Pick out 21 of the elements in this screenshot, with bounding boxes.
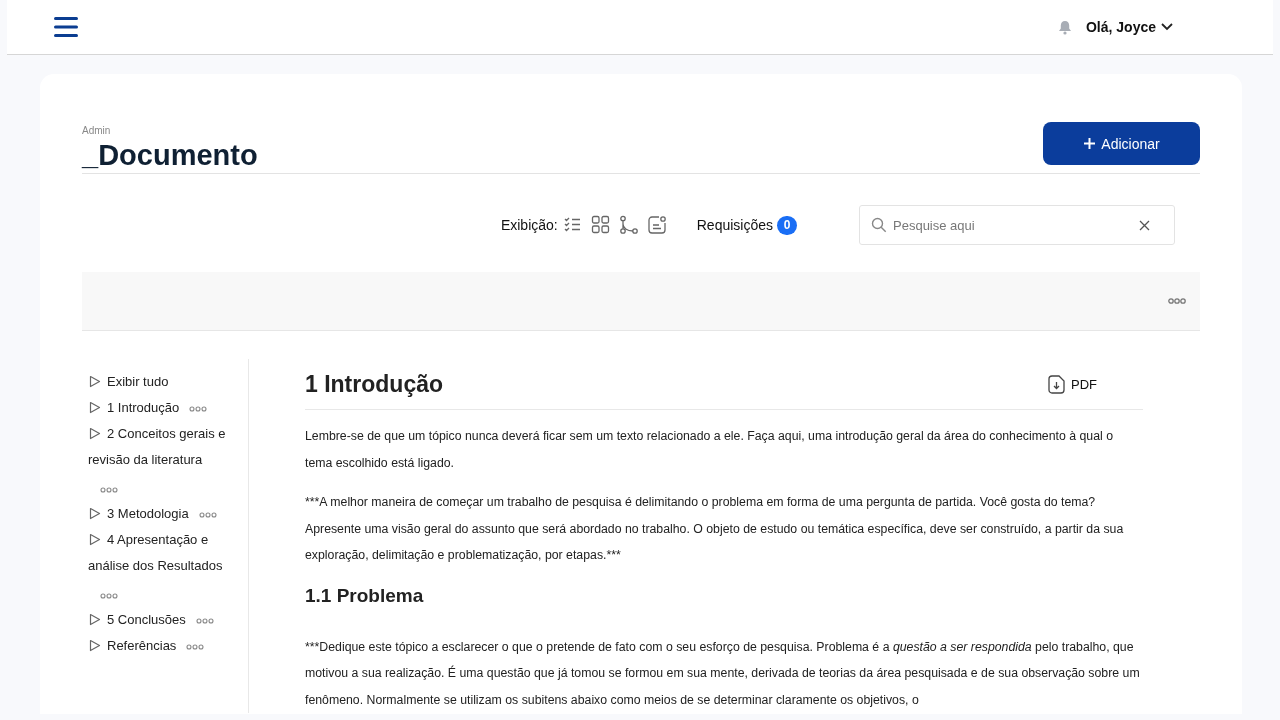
paragraph: ***A melhor maneira de começar um trabalho de pesquisa é delimitando o problema em forma de uma pergunta de partida. Você gosta do tema? Apresente uma visão geral do assunto que será abordado no trabalho. O objeto de estudo ou temática específica, deve ser construído, a partir da sua exploração, delimitação e problematização, por etapas.***: [305, 494, 1125, 564]
requests-button[interactable]: Requisições 0: [696, 215, 797, 235]
outline-item[interactable]: 5 Conclusões: [88, 607, 186, 633]
page-title: _Documento: [82, 138, 258, 172]
subsection-title: 1.1 Problema: [305, 584, 425, 607]
outline-item[interactable]: 2 Conceitos gerais e revisão da literatura: [88, 421, 238, 473]
breadcrumb[interactable]: Admin: [82, 125, 258, 136]
outline-item[interactable]: 1 Introdução: [88, 395, 180, 421]
view-label: Exibição:: [500, 217, 558, 233]
pdf-button[interactable]: PDF: [1042, 373, 1103, 395]
section-title: 1 Introdução: [305, 370, 443, 398]
outline-item[interactable]: Referências: [88, 633, 177, 659]
outline-item[interactable]: 4 Apresentação e análise dos Resultados: [88, 527, 238, 579]
count-badge: 0: [777, 215, 797, 235]
paragraph: ***Dedique este tópico a esclarecer o que o pretende de fato com o seu esforço de pesquisa. Problema é a questão a ser respondida pelo trabalho, que motivou a sua realização. É uma questão que já tomou se formou em sua mente, derivada de teorias da área pesquisada e de sua observação sobre um fenômeno. Normalmente se utilizam os subitens abaixo como meios de se determinar claramente os objetivos, o: [305, 638, 1141, 709]
outline-item[interactable]: 3 Metodologia: [88, 501, 189, 527]
add-button[interactable]: Adicionar: [1043, 122, 1200, 165]
search-field[interactable]: Pesquise aqui: [859, 205, 1175, 245]
paragraph: Lembre-se de que um tópico nunca deverá ficar sem um texto relacionado a ele. Faça aqui, uma introdução geral da área do conhecimento à qual o tema escolhido está ligado.: [305, 428, 1114, 472]
user-menu[interactable]: Olá, Joyce: [1085, 19, 1173, 35]
outline-item[interactable]: Exibir tudo: [88, 369, 169, 395]
